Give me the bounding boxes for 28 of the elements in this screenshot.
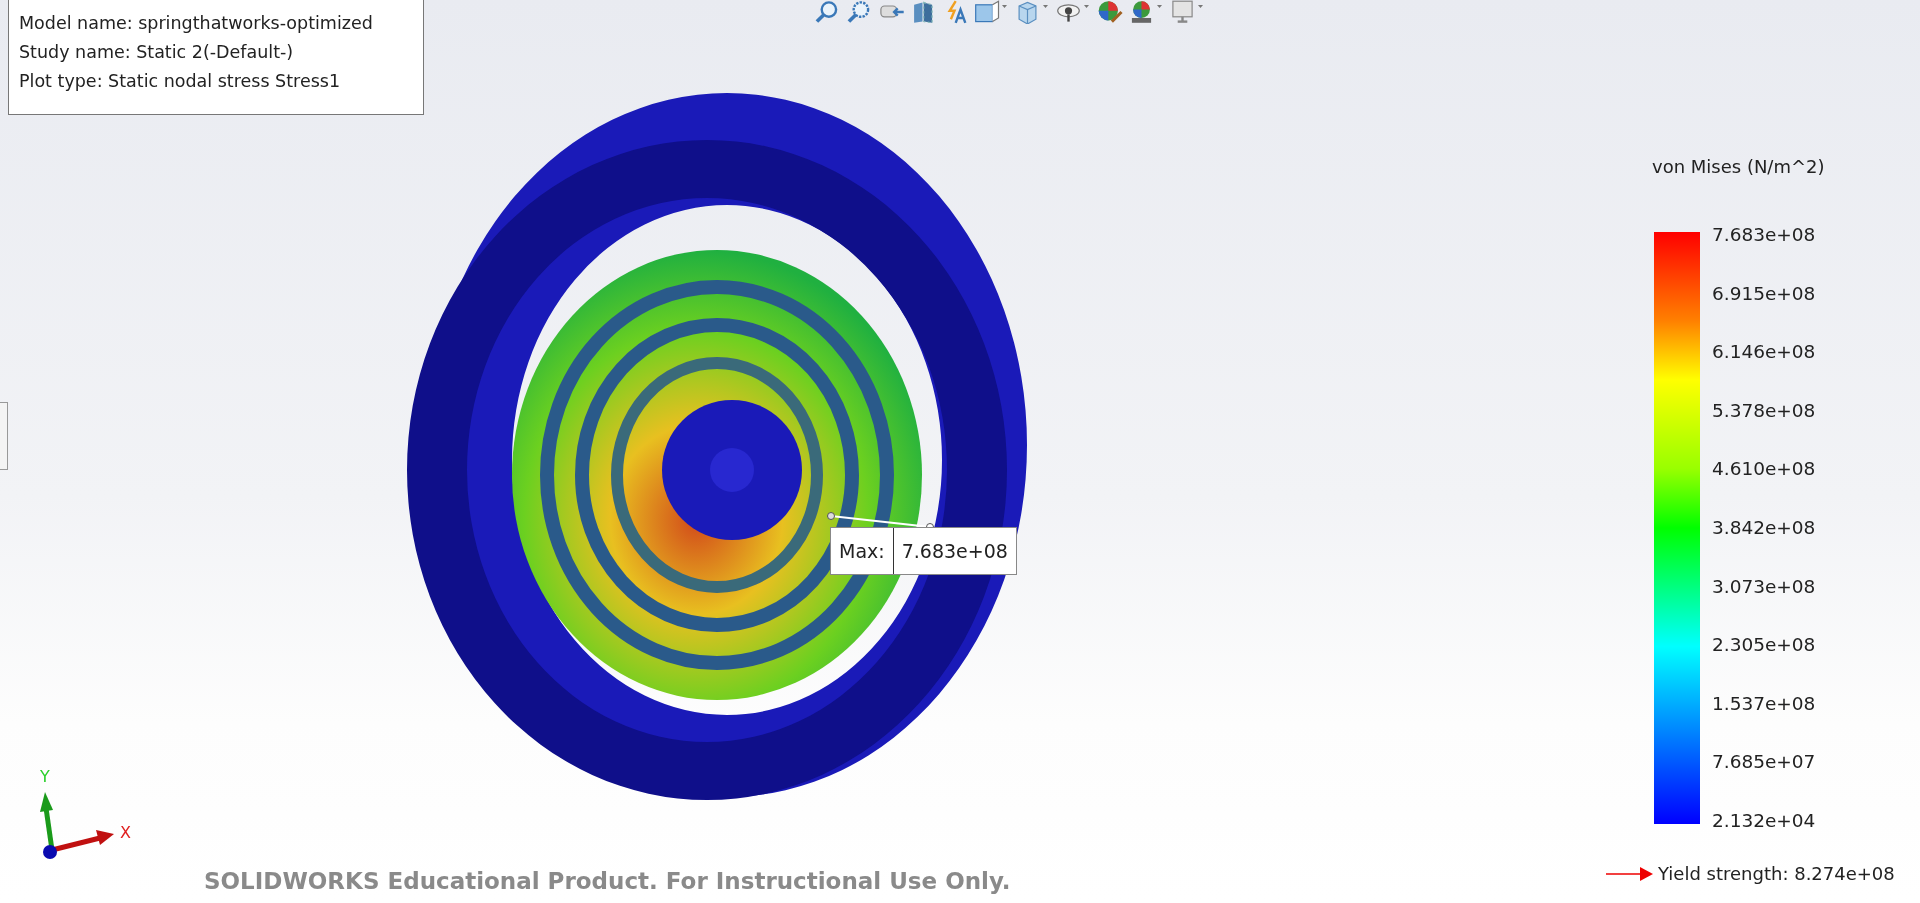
watermark-text: SOLIDWORKS Educational Product. For Instructional Use Only.	[204, 867, 1011, 896]
legend-tick-label: 7.683e+08	[1712, 225, 1816, 245]
panel-handle[interactable]	[0, 402, 8, 470]
info-text: Study name: Static 2(-Default-)	[19, 41, 295, 64]
legend-tick-label: 3.073e+08	[1712, 576, 1816, 597]
callout-label: Max:	[831, 528, 894, 574]
sphere-pen-icon	[1096, 0, 1123, 24]
cube-icon	[973, 0, 1000, 24]
legend-tick-label: 6.146e+08	[1712, 342, 1816, 363]
magnifier-icon	[845, 0, 872, 24]
legend-tick-label: 6.915e+08	[1712, 283, 1816, 304]
legend-tick-label: 2.305e+08	[1712, 635, 1816, 656]
legend-tick-label: 2.132e+04	[1712, 810, 1816, 831]
magnifier-icon	[813, 0, 840, 24]
x-axis-label: X	[120, 823, 131, 842]
info-text: Model name: springthatworks-optimized	[19, 12, 374, 35]
callout-value: 7.683e+08	[900, 538, 1009, 564]
yield-strength-label: Yield strength: 8.274e+08	[1658, 862, 1895, 886]
y-axis-label: Y	[40, 768, 50, 786]
legend-title: von Mises (N/m^2)	[1652, 155, 1825, 179]
info-text: Plot type: Static nodal stress Stress1	[19, 70, 342, 93]
monitor-icon	[1169, 0, 1196, 24]
legend-tick-label: 5.378e+08	[1712, 400, 1816, 421]
legend-tick-label: 1.537e+08	[1712, 693, 1816, 714]
legend-tick-label: 3.842e+08	[1712, 517, 1816, 538]
legend-tick-label: 4.610e+08	[1712, 459, 1816, 480]
legend-tick-label: 7.685e+07	[1712, 752, 1816, 773]
toolbar-button[interactable]	[972, 0, 1010, 24]
